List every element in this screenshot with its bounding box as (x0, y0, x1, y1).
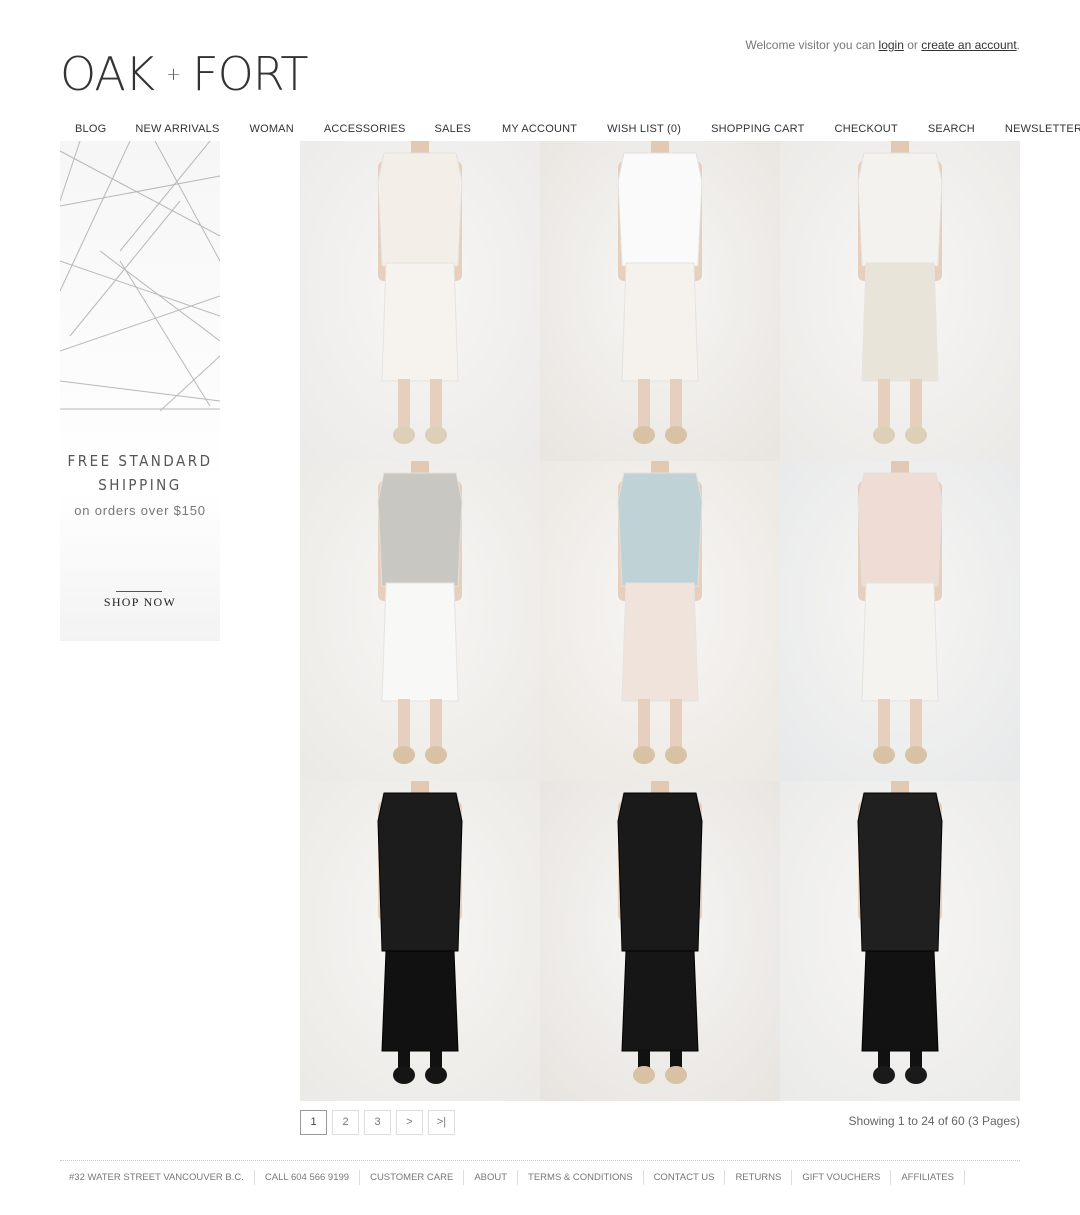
product-photo (780, 461, 1020, 781)
logo-plus: + (166, 63, 181, 85)
page-2-button[interactable]: 2 (332, 1110, 359, 1135)
product-tile[interactable] (300, 141, 540, 461)
page-3-button[interactable]: 3 (364, 1110, 391, 1135)
product-tile[interactable] (540, 141, 780, 461)
product-tile[interactable] (540, 781, 780, 1101)
logo-fort: FORT (192, 47, 308, 101)
product-photo (300, 141, 540, 461)
product-photo (780, 781, 1020, 1101)
nav-newsletter[interactable]: NEWSLETTER (1005, 123, 1080, 135)
product-tile[interactable] (540, 461, 780, 781)
product-photo (540, 141, 780, 461)
product-photo (300, 461, 540, 781)
free-shipping-heading: FREE STANDARD SHIPPING (60, 449, 220, 497)
nav-new-arrivals[interactable]: NEW ARRIVALS (135, 123, 219, 135)
login-link[interactable]: login (879, 38, 904, 52)
shop-now-label: SHOP NOW (103, 595, 177, 609)
product-photo (540, 461, 780, 781)
product-grid (300, 141, 1020, 1101)
create-account-link[interactable]: create an account (921, 38, 1016, 52)
footer-links: #32 WATER STREET VANCOUVER B.C. CALL 604… (60, 1160, 1020, 1185)
footer-gift-vouchers[interactable]: GIFT VOUCHERS (792, 1170, 892, 1185)
footer-about[interactable]: ABOUT (464, 1170, 519, 1185)
nav-sales[interactable]: SALES (435, 123, 471, 135)
site-logo[interactable]: OAK + FORT (60, 47, 309, 101)
shop-now-rule (116, 591, 162, 592)
abstract-lines-graphic (60, 141, 220, 411)
nav-search[interactable]: SEARCH (928, 123, 975, 135)
product-photo (300, 781, 540, 1101)
nav-wish-list[interactable]: WISH LIST (0) (607, 123, 681, 135)
footer-returns[interactable]: RETURNS (725, 1170, 793, 1185)
footer-address: #32 WATER STREET VANCOUVER B.C. (60, 1170, 255, 1185)
promo-line-2: SHIPPING (98, 476, 182, 494)
promo-orders-text: on orders over $150 (74, 503, 206, 518)
product-photo (780, 141, 1020, 461)
or-text: or (907, 38, 918, 52)
product-photo (540, 781, 780, 1101)
product-tile[interactable] (780, 461, 1020, 781)
footer-phone[interactable]: CALL 604 566 9199 (255, 1170, 361, 1185)
free-shipping-banner[interactable]: FREE STANDARD SHIPPING on orders over $1… (60, 141, 220, 641)
next-page-button[interactable]: > (396, 1110, 423, 1135)
page-1-button[interactable]: 1 (300, 1110, 327, 1135)
product-tile[interactable] (300, 781, 540, 1101)
main-nav: BLOG NEW ARRIVALS WOMAN ACCESSORIES SALE… (60, 122, 1080, 136)
footer-affiliates[interactable]: AFFILIATES (891, 1170, 965, 1185)
nav-woman[interactable]: WOMAN (249, 123, 293, 135)
welcome-bar: Welcome visitor you can login or create … (745, 38, 1020, 52)
footer-terms[interactable]: TERMS & CONDITIONS (518, 1170, 644, 1185)
nav-my-account[interactable]: MY ACCOUNT (502, 123, 577, 135)
nav-checkout[interactable]: CHECKOUT (835, 123, 898, 135)
footer-contact[interactable]: CONTACT US (644, 1170, 726, 1185)
last-page-button[interactable]: >| (428, 1110, 455, 1135)
welcome-period: . (1016, 38, 1020, 52)
product-tile[interactable] (780, 781, 1020, 1101)
nav-shopping-cart[interactable]: SHOPPING CART (711, 123, 804, 135)
results-count: Showing 1 to 24 of 60 (3 Pages) (848, 1114, 1020, 1128)
pagination: 1 2 3 > >| (300, 1110, 460, 1135)
product-tile[interactable] (300, 461, 540, 781)
nav-accessories[interactable]: ACCESSORIES (324, 123, 406, 135)
logo-oak: OAK (60, 47, 155, 101)
footer-customer-care[interactable]: CUSTOMER CARE (360, 1170, 465, 1185)
nav-blog[interactable]: BLOG (75, 123, 106, 135)
product-tile[interactable] (780, 141, 1020, 461)
promo-line-1: FREE STANDARD (67, 452, 213, 470)
welcome-text: Welcome visitor you can (745, 38, 876, 52)
